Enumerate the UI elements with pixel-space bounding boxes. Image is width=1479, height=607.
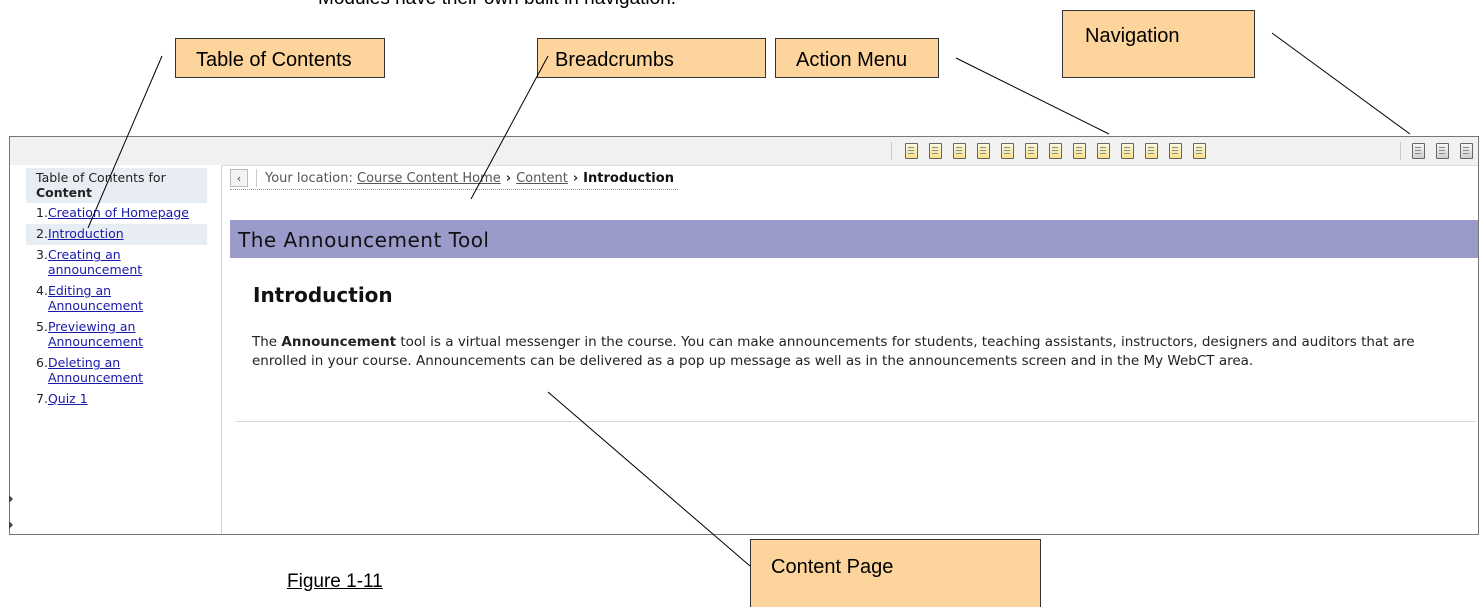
figure-caption: Figure 1-11 <box>287 571 383 592</box>
callout-navigation: Navigation <box>1062 10 1255 78</box>
toc-item: 4.Editing an Announcement <box>26 281 207 317</box>
toc-item-number: 6. <box>36 355 48 370</box>
toc-link-creation-of-homepage[interactable]: Creation of Homepage <box>48 205 198 220</box>
toc-item: 5.Previewing an Announcement <box>26 317 207 353</box>
pin-icon[interactable] <box>1093 141 1113 161</box>
toc-list: 1.Creation of Homepage 2.Introduction 3.… <box>10 203 221 410</box>
content-heading: Introduction <box>253 283 393 307</box>
toc-link-creating-an-announcement[interactable]: Creating an announcement <box>48 247 198 277</box>
page-title-banner: The Announcement Tool <box>230 220 1478 258</box>
toolbar-separator <box>1400 142 1401 160</box>
top-caption: Modules have their own built in navigati… <box>318 0 676 10</box>
leader-line-navigation <box>1271 32 1411 135</box>
toc-link-previewing-an-announcement[interactable]: Previewing an Announcement <box>48 319 198 349</box>
toc-heading-prefix: Table of Contents for <box>36 170 166 185</box>
table-of-contents-panel: Table of Contents for Content 1.Creation… <box>9 165 222 534</box>
content-body-text: The <box>252 334 282 350</box>
breadcrumb-separator: › <box>505 170 512 186</box>
toc-item-number: 7. <box>36 391 48 406</box>
toolbar-separator <box>891 142 892 160</box>
breadcrumb-separator: › <box>572 170 579 186</box>
bookmark-icon[interactable] <box>1165 141 1185 161</box>
breadcrumb: ‹ Your location: Course Content Home › C… <box>230 167 678 190</box>
toc-link-quiz-1[interactable]: Quiz 1 <box>48 391 198 406</box>
toc-link-editing-an-announcement[interactable]: Editing an Announcement <box>48 283 198 313</box>
print-icon[interactable] <box>1141 141 1161 161</box>
breadcrumb-link-course-content-home[interactable]: Course Content Home <box>357 171 501 186</box>
export-icon[interactable] <box>1189 141 1209 161</box>
webct-window: Table of Contents for Content 1.Creation… <box>9 136 1479 535</box>
edit-icon[interactable] <box>1069 141 1089 161</box>
callout-content-page: Content Page <box>750 539 1041 607</box>
back-icon[interactable] <box>1432 141 1452 161</box>
toc-item: 6.Deleting an Announcement <box>26 353 207 389</box>
content-body: The Announcement tool is a virtual messe… <box>252 333 1472 371</box>
copy-icon[interactable] <box>997 141 1017 161</box>
toc-item-number: 3. <box>36 247 48 262</box>
toolbar <box>10 137 1478 166</box>
callout-action-menu: Action Menu <box>775 38 939 78</box>
toc-item-active: 2.Introduction <box>26 224 207 245</box>
pin-icon[interactable] <box>901 141 921 161</box>
toc-item: 3.Creating an announcement <box>26 245 207 281</box>
toc-item-number: 5. <box>36 319 48 334</box>
callout-breadcrumbs: Breadcrumbs <box>537 38 766 78</box>
toc-heading: Table of Contents for Content <box>26 168 207 203</box>
content-divider <box>236 421 1476 422</box>
toc-item-number: 2. <box>36 226 48 241</box>
breadcrumb-back-button[interactable]: ‹ <box>230 169 248 187</box>
previous-icon[interactable] <box>1408 141 1428 161</box>
page-title: The Announcement Tool <box>238 228 490 252</box>
web-icon[interactable] <box>1045 141 1065 161</box>
document-icon[interactable] <box>973 141 993 161</box>
search-icon[interactable] <box>949 141 969 161</box>
breadcrumb-prefix: Your location: <box>265 170 353 186</box>
notes-icon[interactable] <box>925 141 945 161</box>
content-body-bold: Announcement <box>281 334 397 350</box>
breadcrumb-link-content[interactable]: Content <box>516 171 568 186</box>
comment-icon[interactable] <box>1021 141 1041 161</box>
toc-link-deleting-an-announcement[interactable]: Deleting an Announcement <box>48 355 198 385</box>
next-icon[interactable] <box>1456 141 1476 161</box>
toc-item-number: 4. <box>36 283 48 298</box>
breadcrumb-divider <box>256 169 257 187</box>
sidebar-resize-handle[interactable] <box>9 495 13 547</box>
toc-item: 1.Creation of Homepage <box>26 203 207 224</box>
toc-item-number: 1. <box>36 205 48 220</box>
toc-item: 7.Quiz 1 <box>26 389 207 410</box>
find-icon[interactable] <box>1117 141 1137 161</box>
toc-heading-title: Content <box>36 185 92 200</box>
breadcrumb-current: Introduction <box>583 170 674 186</box>
content-body-text: tool is a virtual messenger in the cours… <box>252 334 1415 369</box>
callout-table-of-contents: Table of Contents <box>175 38 385 78</box>
toc-link-introduction[interactable]: Introduction <box>48 226 198 241</box>
